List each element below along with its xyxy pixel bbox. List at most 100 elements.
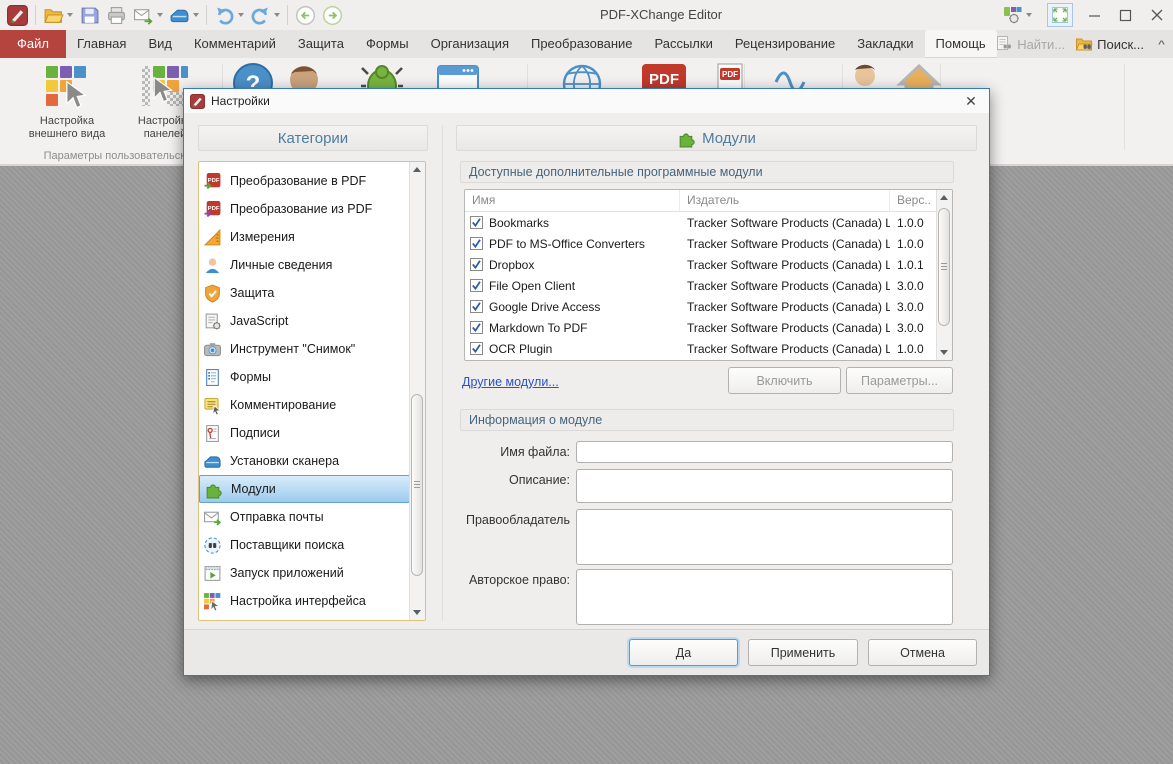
module-row[interactable]: DropboxTracker Software Products (Canada… xyxy=(465,254,952,275)
tab-organize[interactable]: Организация xyxy=(420,30,520,58)
search-label: Поиск... xyxy=(1097,37,1144,52)
open-folder-button[interactable] xyxy=(40,2,76,28)
scroll-down-button[interactable] xyxy=(411,606,423,619)
category-item-identity[interactable]: Личные сведения xyxy=(199,251,410,279)
nav-back-button[interactable] xyxy=(292,2,319,28)
checked-checkbox-icon[interactable] xyxy=(470,258,483,271)
module-row[interactable]: Google Drive AccessTracker Software Prod… xyxy=(465,296,952,317)
scrollbar-thumb[interactable] xyxy=(411,394,423,576)
dropdown-caret-icon[interactable] xyxy=(157,13,163,17)
checked-checkbox-icon[interactable] xyxy=(470,300,483,313)
scan-button[interactable] xyxy=(166,2,202,28)
scroll-down-button[interactable] xyxy=(938,346,950,359)
other-modules-link[interactable]: Другие модули... xyxy=(462,375,559,389)
checked-checkbox-icon[interactable] xyxy=(470,342,483,355)
tab-home[interactable]: Главная xyxy=(66,30,137,58)
module-row[interactable]: BookmarksTracker Software Products (Cana… xyxy=(465,212,952,233)
copyright-label: Авторское право: xyxy=(430,573,570,587)
category-item-measure[interactable]: Измерения xyxy=(199,223,410,251)
dialog-close-button[interactable]: ✕ xyxy=(957,89,985,113)
save-button[interactable] xyxy=(76,2,103,28)
module-row[interactable]: File Open ClientTracker Software Product… xyxy=(465,275,952,296)
category-item-commenting[interactable]: Комментирование xyxy=(199,391,410,419)
category-item-search-providers[interactable]: Поставщики поиска xyxy=(199,531,410,559)
find-button[interactable]: Найти... xyxy=(995,35,1065,53)
category-item-launch-apps[interactable]: Запуск приложений xyxy=(199,559,410,587)
svg-text:PDF: PDF xyxy=(722,70,738,79)
close-button[interactable] xyxy=(1141,1,1173,29)
undo-button[interactable] xyxy=(211,2,247,28)
category-item-snapshot[interactable]: Инструмент "Снимок" xyxy=(199,335,410,363)
column-header-name[interactable]: Имя xyxy=(465,190,680,211)
dropdown-caret-icon[interactable] xyxy=(1026,13,1032,17)
tab-review[interactable]: Рецензирование xyxy=(724,30,846,58)
category-item-plugins[interactable]: Модули xyxy=(199,475,410,503)
dropdown-caret-icon[interactable] xyxy=(67,13,73,17)
nav-forward-button[interactable] xyxy=(319,2,346,28)
tab-protect[interactable]: Защита xyxy=(287,30,355,58)
scroll-up-button[interactable] xyxy=(411,163,423,176)
file-name-input[interactable] xyxy=(576,441,953,463)
copyright-input[interactable] xyxy=(576,569,953,625)
dropdown-caret-icon[interactable] xyxy=(238,13,244,17)
dropdown-caret-icon[interactable] xyxy=(193,13,199,17)
button-label: Настройка xyxy=(40,115,94,127)
tab-forms[interactable]: Формы xyxy=(355,30,420,58)
tab-bookmarks[interactable]: Закладки xyxy=(846,30,924,58)
category-item-javascript[interactable]: JavaScript xyxy=(199,307,410,335)
module-publisher: Tracker Software Products (Canada) Ltd xyxy=(680,216,890,230)
category-item-signatures[interactable]: Подписи xyxy=(199,419,410,447)
module-row[interactable]: Markdown To PDFTracker Software Products… xyxy=(465,317,952,338)
checked-checkbox-icon[interactable] xyxy=(470,321,483,334)
category-label: Подписи xyxy=(230,426,280,440)
category-item-customize-ui[interactable]: Настройка интерфейса xyxy=(199,587,410,615)
description-input[interactable] xyxy=(576,469,953,503)
scroll-up-button[interactable] xyxy=(938,191,950,204)
checked-checkbox-icon[interactable] xyxy=(470,216,483,229)
tab-view[interactable]: Вид xyxy=(137,30,183,58)
ok-button[interactable]: Да xyxy=(629,639,738,666)
tab-file[interactable]: Файл xyxy=(0,30,66,58)
categories-scrollbar[interactable] xyxy=(409,162,425,620)
module-row[interactable]: PDF to MS-Office ConvertersTracker Softw… xyxy=(465,233,952,254)
module-row[interactable]: OCR PluginTracker Software Products (Can… xyxy=(465,338,952,359)
redo-button[interactable] xyxy=(247,2,283,28)
settings-dialog-icon xyxy=(190,94,205,109)
search-button[interactable]: Поиск... xyxy=(1075,35,1144,53)
dialog-title-bar[interactable]: Настройки ✕ xyxy=(184,89,989,113)
cancel-button[interactable]: Отмена xyxy=(868,639,977,666)
column-header-publisher[interactable]: Издатель xyxy=(680,190,890,211)
category-item-convert-from-pdf[interactable]: PDFПреобразование из PDF xyxy=(199,195,410,223)
minimize-button[interactable] xyxy=(1079,1,1110,29)
collapse-ribbon-button[interactable]: ^ xyxy=(1158,38,1165,49)
maximize-button[interactable] xyxy=(1110,1,1141,29)
modules-table-header[interactable]: Имя Издатель Верс.. xyxy=(465,190,952,212)
category-item-convert-to-pdf[interactable]: PDF Преобразование в PDF xyxy=(199,167,410,195)
apply-button[interactable]: Применить xyxy=(748,639,858,666)
fullscreen-mode-button[interactable] xyxy=(1047,3,1073,27)
tab-convert[interactable]: Преобразование xyxy=(520,30,644,58)
module-parameters-button[interactable]: Параметры... xyxy=(846,367,953,394)
convert-from-pdf-icon: PDF xyxy=(203,200,222,219)
category-item-security[interactable]: Защита xyxy=(199,279,410,307)
category-item-forms[interactable]: Формы xyxy=(199,363,410,391)
checked-checkbox-icon[interactable] xyxy=(470,279,483,292)
checked-checkbox-icon[interactable] xyxy=(470,237,483,250)
convert-to-pdf-icon: PDF xyxy=(203,172,222,191)
window-controls xyxy=(994,0,1173,30)
tab-mailings[interactable]: Рассылки xyxy=(643,30,723,58)
category-item-scanner[interactable]: Установки сканера xyxy=(199,447,410,475)
category-label: Преобразование в PDF xyxy=(230,174,366,188)
rights-holder-input[interactable] xyxy=(576,509,953,565)
modules-scrollbar[interactable] xyxy=(936,190,952,360)
modules-header-label: Модули xyxy=(702,130,756,147)
dropdown-caret-icon[interactable] xyxy=(274,13,280,17)
email-send-button[interactable] xyxy=(130,2,166,28)
scrollbar-thumb[interactable] xyxy=(938,208,950,326)
category-item-send-mail[interactable]: Отправка почты xyxy=(199,503,410,531)
print-button[interactable] xyxy=(103,2,130,28)
enable-module-button[interactable]: Включить xyxy=(728,367,841,394)
customize-appearance-button[interactable]: Настройкавнешнего вида xyxy=(18,64,116,150)
customize-toolbars-button[interactable] xyxy=(994,1,1041,29)
tab-comment[interactable]: Комментарий xyxy=(183,30,287,58)
